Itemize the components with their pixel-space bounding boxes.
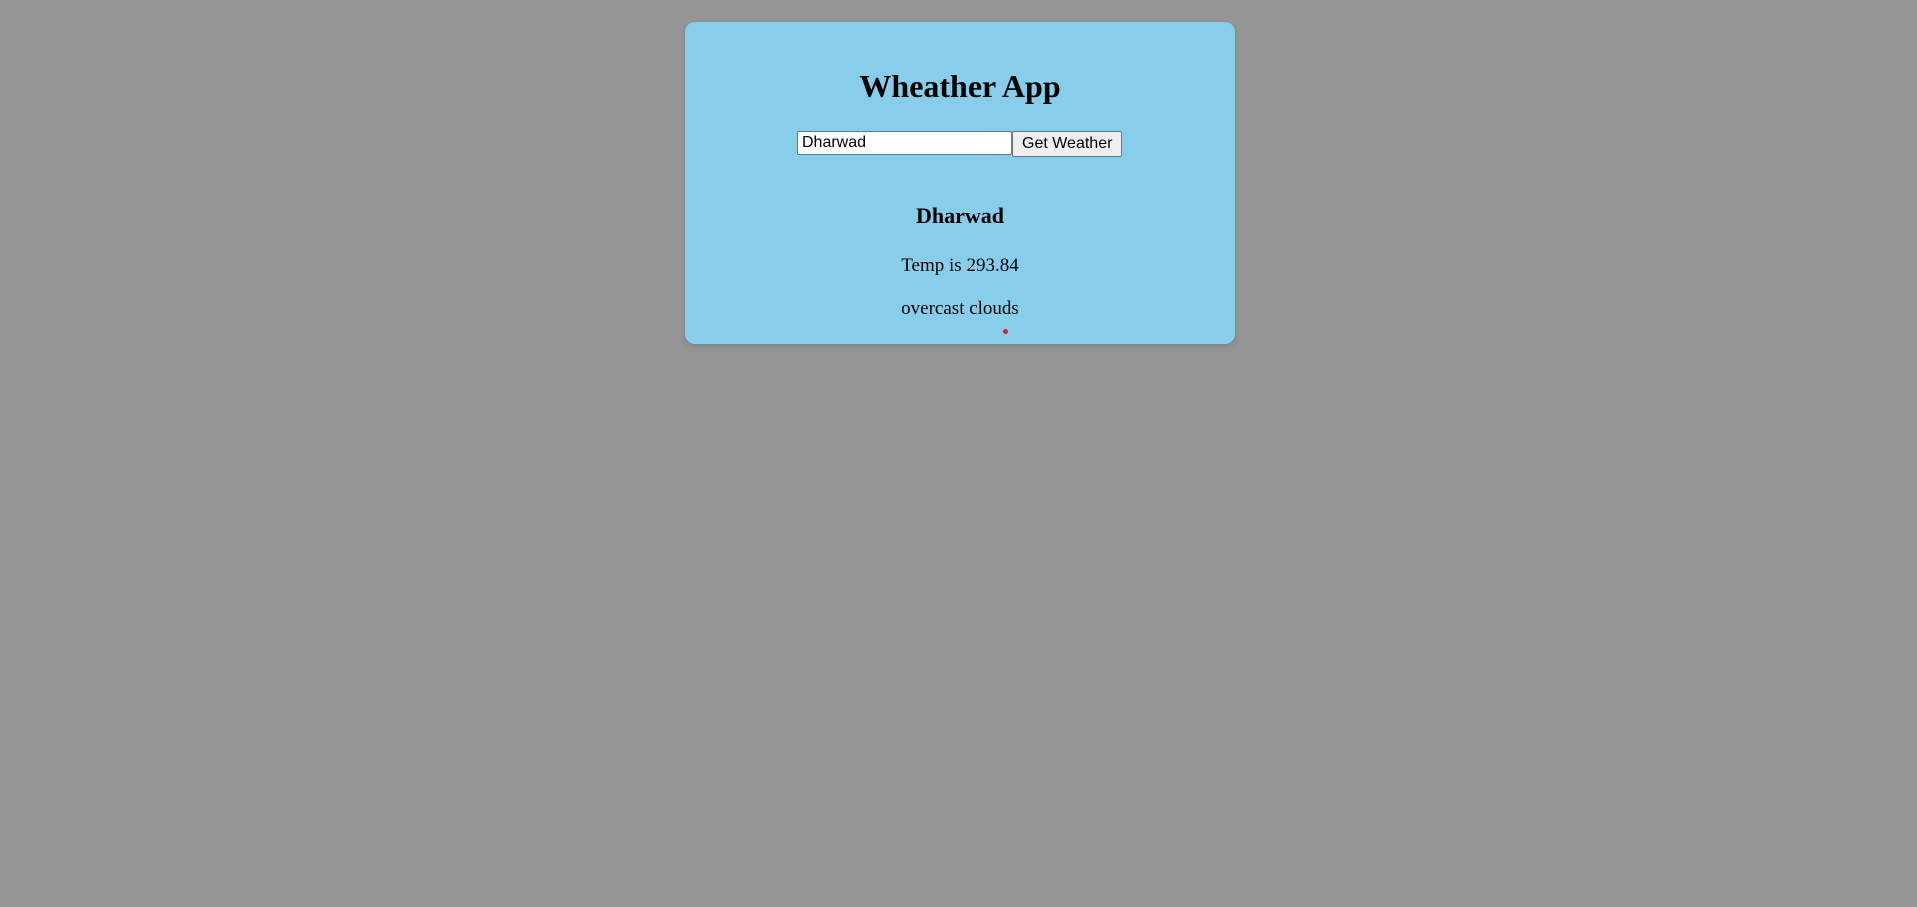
get-weather-button[interactable]: Get Weather (1012, 131, 1123, 157)
weather-card: Wheather App Get Weather Dharwad Temp is… (685, 22, 1235, 344)
search-form: Get Weather (797, 131, 1123, 157)
city-input[interactable] (797, 131, 1012, 155)
temperature-value: 293.84 (966, 255, 1019, 276)
weather-icon (1003, 329, 1008, 334)
weather-description: overcast clouds (901, 298, 1019, 319)
app-title: Wheather App (859, 68, 1061, 104)
city-name: Dharwad (915, 203, 1004, 228)
temperature-text: Temp is 293.84 (685, 256, 1235, 275)
temperature-prefix: Temp is (901, 255, 962, 276)
